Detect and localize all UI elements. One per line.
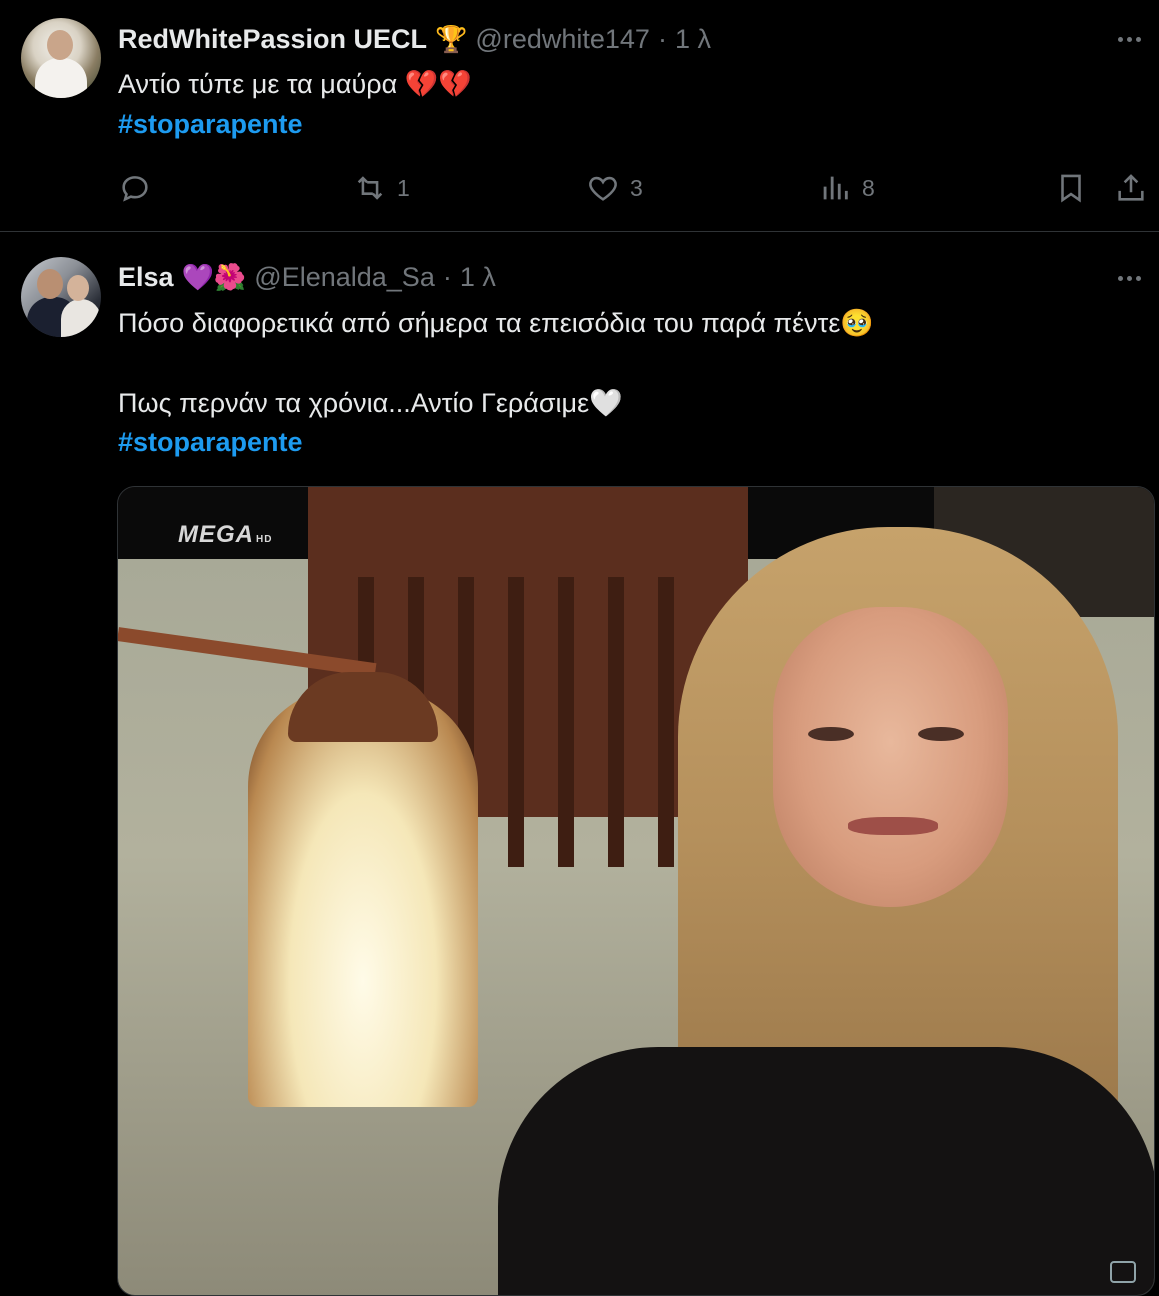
chair-slat <box>608 577 624 867</box>
like-count: 3 <box>630 174 643 201</box>
heart-flower-emoji: 💜🌺 <box>181 262 247 292</box>
author-handle[interactable]: @Elenalda_Sa <box>254 262 435 293</box>
author-name[interactable]: RedWhitePassion UECL <box>118 24 427 55</box>
woman-face <box>773 607 1008 907</box>
tweet-text-line: Πόσο διαφορετικά από σήμερα τα επεισόδια… <box>118 308 874 338</box>
heart-icon <box>589 176 617 201</box>
reply-button[interactable] <box>118 166 162 210</box>
views-count: 8 <box>862 174 875 201</box>
chair-slat <box>508 577 524 867</box>
retweet-count: 1 <box>397 174 410 201</box>
tweet[interactable]: RedWhitePassion UECL 🏆 @redwhite147 · 1 … <box>0 0 1159 232</box>
chair-slat <box>658 577 674 867</box>
logo-text: MEGA <box>178 521 254 548</box>
trophy-emoji: 🏆 <box>435 24 468 54</box>
avatar-figure-body <box>35 58 87 98</box>
avatar-figure-head <box>37 269 63 299</box>
tv-still-image: MEGA HD <box>118 487 1154 1295</box>
author-handle[interactable]: @redwhite147 <box>475 24 650 55</box>
share-button[interactable] <box>1114 166 1148 210</box>
tweet-header: Elsa 💜🌺 @Elenalda_Sa · 1 λ <box>118 259 496 295</box>
reply-icon <box>122 176 148 202</box>
logo-suffix: HD <box>256 534 273 545</box>
avatar-figure-body-2 <box>61 299 101 337</box>
tweet[interactable]: Elsa 💜🌺 @Elenalda_Sa · 1 λ Πόσο διαφορετ… <box>0 233 1159 1296</box>
media-image[interactable]: MEGA HD <box>117 486 1155 1296</box>
like-button[interactable]: 3 <box>586 166 643 210</box>
woman-jacket <box>498 1047 1154 1295</box>
hashtag-link[interactable]: #stoparapente <box>118 104 303 144</box>
timestamp[interactable]: 1 λ <box>460 262 496 293</box>
separator: · <box>442 261 452 292</box>
eye <box>808 727 854 741</box>
bookmark-icon <box>1061 174 1081 203</box>
separator: · <box>657 23 667 54</box>
retweet-button[interactable]: 1 <box>353 166 410 210</box>
mouth <box>848 817 938 835</box>
chair-slat <box>558 577 574 867</box>
avatar-figure-head-2 <box>67 275 89 301</box>
author-name[interactable]: Elsa <box>118 262 174 293</box>
share-icon <box>1118 174 1144 201</box>
avatar[interactable] <box>21 18 101 98</box>
avatar[interactable] <box>21 257 101 337</box>
retweet-icon <box>357 176 383 200</box>
hashtag-link[interactable]: #stoparapente <box>118 422 303 462</box>
more-icon[interactable] <box>1109 263 1149 293</box>
eye <box>918 727 964 741</box>
tweet-header: RedWhitePassion UECL 🏆 @redwhite147 · 1 … <box>118 21 711 57</box>
more-icon[interactable] <box>1109 24 1149 54</box>
tv-icon <box>1110 1261 1136 1283</box>
views-button[interactable]: 8 <box>818 166 875 210</box>
views-icon <box>823 176 848 200</box>
bookmark-button[interactable] <box>1054 166 1088 210</box>
lamp-shade <box>248 687 478 1107</box>
avatar-figure-head <box>47 30 73 60</box>
tweet-text-line: Πως περνάν τα χρόνια...Αντίο Γεράσιμε🤍 <box>118 388 623 418</box>
tweet-text: Αντίο τύπε με τα μαύρα 💔💔 <box>118 69 472 99</box>
tweet-actions: 1 3 8 <box>118 166 1148 210</box>
timestamp[interactable]: 1 λ <box>675 24 711 55</box>
mega-logo: MEGA HD <box>178 521 272 549</box>
